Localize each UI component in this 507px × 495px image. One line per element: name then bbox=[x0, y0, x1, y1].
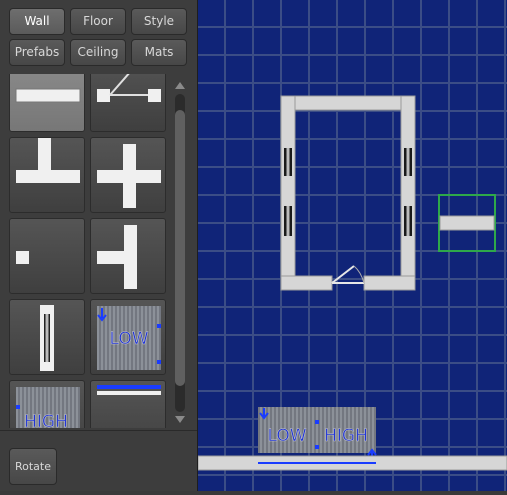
scroll-up-icon[interactable] bbox=[175, 82, 185, 89]
grid-canvas[interactable]: LOW HIGH bbox=[197, 0, 507, 491]
tab-ceiling[interactable]: Ceiling bbox=[70, 39, 126, 66]
bottom-wall bbox=[197, 455, 507, 471]
tab-wall[interactable]: Wall bbox=[9, 8, 65, 35]
tab-style[interactable]: Style bbox=[131, 8, 187, 35]
palette-item-high-wall[interactable]: HIGH bbox=[9, 380, 85, 428]
palette-item-cross-wall[interactable] bbox=[90, 137, 166, 213]
t-junction-wall-icon bbox=[97, 225, 137, 289]
palette-item-door-wall[interactable] bbox=[90, 74, 166, 132]
palette-item-low-wall[interactable]: LOW bbox=[90, 299, 166, 375]
straight-wall-icon bbox=[15, 88, 81, 103]
tab-floor[interactable]: Floor bbox=[70, 8, 126, 35]
divider bbox=[0, 430, 197, 431]
wall-palette: LOW HIGH bbox=[0, 74, 198, 428]
palette-item-thin-wall[interactable] bbox=[90, 380, 166, 428]
editor-viewport[interactable]: LOW HIGH bbox=[197, 0, 507, 491]
palette-scrollbar[interactable] bbox=[172, 80, 188, 426]
palette-item-corner-wall[interactable] bbox=[9, 137, 85, 213]
viewport-high-label: HIGH bbox=[324, 426, 368, 446]
low-high-wall-segment: LOW HIGH bbox=[258, 407, 377, 461]
palette-item-straight-wall[interactable] bbox=[9, 74, 85, 132]
rotate-button[interactable]: Rotate bbox=[9, 448, 57, 485]
high-label: HIGH bbox=[24, 412, 68, 428]
door-wall-icon bbox=[97, 74, 161, 102]
high-wall-icon: HIGH bbox=[16, 387, 80, 428]
cross-wall-icon bbox=[97, 144, 161, 208]
palette-item-pillar[interactable] bbox=[9, 218, 85, 294]
low-wall-icon: LOW bbox=[97, 306, 161, 370]
corner-wall-icon bbox=[16, 138, 80, 183]
thin-wall-icon bbox=[97, 385, 161, 395]
window-wall-icon bbox=[40, 305, 54, 371]
tool-panel: Wall Floor Style Prefabs Ceiling Mats LO… bbox=[0, 0, 198, 491]
low-label: LOW bbox=[109, 329, 148, 349]
tab-prefabs[interactable]: Prefabs bbox=[9, 39, 65, 66]
pillar-icon bbox=[16, 251, 29, 264]
scroll-down-icon[interactable] bbox=[175, 416, 185, 423]
scroll-thumb[interactable] bbox=[175, 110, 185, 386]
tab-mats[interactable]: Mats bbox=[131, 39, 187, 66]
viewport-low-label: LOW bbox=[267, 426, 306, 446]
palette-item-t-junction-wall[interactable] bbox=[90, 218, 166, 294]
palette-item-window-wall[interactable] bbox=[9, 299, 85, 375]
